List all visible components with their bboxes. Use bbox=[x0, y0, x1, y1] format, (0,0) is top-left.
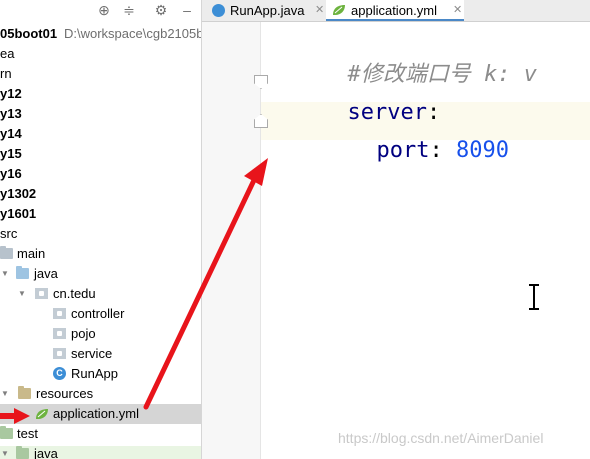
yaml-value: 8090 bbox=[455, 138, 509, 163]
tree-item-service[interactable]: service bbox=[0, 344, 201, 364]
tree-item-test-java[interactable]: ▼ java bbox=[0, 444, 201, 459]
folder-icon bbox=[16, 266, 29, 279]
class-icon: C bbox=[53, 367, 66, 380]
chevron-down-icon[interactable]: ▼ bbox=[17, 284, 27, 304]
tree-item-label: y14 bbox=[0, 126, 22, 141]
chevron-down-icon[interactable]: ▼ bbox=[0, 264, 10, 284]
chevron-down-icon[interactable]: ▼ bbox=[0, 384, 10, 404]
tree-item-label: y1302 bbox=[0, 186, 37, 201]
tree-item-label: java bbox=[34, 266, 58, 281]
package-icon bbox=[53, 308, 66, 319]
minimize-icon[interactable]: – bbox=[179, 2, 195, 18]
tree-item-runapp[interactable]: C RunApp bbox=[0, 364, 201, 384]
tree-item-label: main bbox=[17, 246, 46, 261]
class-icon bbox=[212, 4, 225, 17]
tree-root-item[interactable]: 05boot01 D:\workspace\cgb2105b bbox=[0, 24, 201, 44]
tree-item[interactable]: y1601 bbox=[0, 204, 201, 224]
tree-item-label: application.yml bbox=[53, 406, 139, 421]
tab-application-yml[interactable]: application.yml ✕ bbox=[326, 0, 464, 21]
close-icon[interactable]: ✕ bbox=[453, 0, 462, 21]
tree-item-label: y15 bbox=[0, 146, 22, 161]
yaml-separator: : bbox=[429, 138, 456, 163]
tree-item-label: ea bbox=[0, 46, 15, 61]
ide-window: ⊕ ≑ ⚙ – 05boot01 D:\workspace\cgb2105b e… bbox=[0, 0, 590, 459]
folder-icon bbox=[16, 446, 29, 459]
tab-label: application.yml bbox=[351, 3, 437, 18]
tree-item[interactable]: y14 bbox=[0, 124, 201, 144]
tree-item-application-yml[interactable]: application.yml bbox=[0, 404, 201, 424]
folder-icon bbox=[18, 386, 31, 399]
target-icon[interactable]: ⊕ bbox=[96, 2, 112, 18]
tree-item[interactable]: y1302 bbox=[0, 184, 201, 204]
tab-runapp[interactable]: RunApp.java ✕ bbox=[208, 0, 324, 21]
tree-item[interactable]: y13 bbox=[0, 104, 201, 124]
tree-item-label: controller bbox=[71, 306, 125, 321]
tree-item-label: test bbox=[17, 426, 38, 441]
tree-item-test[interactable]: test bbox=[0, 424, 201, 444]
tree-root-path: D:\workspace\cgb2105b bbox=[64, 26, 202, 41]
close-icon[interactable]: ✕ bbox=[315, 0, 324, 21]
tree-item-controller[interactable]: controller bbox=[0, 304, 201, 324]
tree-item-package[interactable]: ▼ cn.tedu bbox=[0, 284, 201, 304]
tree-item-resources[interactable]: ▼ resources bbox=[0, 384, 201, 404]
tree-item-label: y1601 bbox=[0, 206, 37, 221]
project-panel: ⊕ ≑ ⚙ – 05boot01 D:\workspace\cgb2105b e… bbox=[0, 0, 202, 459]
tree-item-label: y13 bbox=[0, 106, 22, 121]
tree-item-src[interactable]: src bbox=[0, 224, 201, 244]
gear-icon[interactable]: ⚙ bbox=[153, 2, 169, 18]
yaml-key: port bbox=[376, 138, 430, 163]
editor-gutter bbox=[202, 22, 261, 459]
tree-item[interactable]: rn bbox=[0, 64, 201, 84]
tree-item-label: y12 bbox=[0, 86, 22, 101]
tree-item-pojo[interactable]: pojo bbox=[0, 324, 201, 344]
tree-item-java[interactable]: ▼ java bbox=[0, 264, 201, 284]
folder-icon bbox=[0, 426, 13, 439]
tree-item-label: cn.tedu bbox=[53, 286, 96, 301]
package-icon bbox=[35, 288, 48, 299]
project-toolbar: ⊕ ≑ ⚙ – bbox=[0, 0, 201, 20]
package-icon bbox=[53, 348, 66, 359]
tree-item-label: resources bbox=[36, 386, 94, 401]
tree-root-name: 05boot01 bbox=[0, 26, 58, 41]
text-cursor-icon bbox=[529, 284, 539, 310]
tree-item-label: rn bbox=[0, 66, 12, 81]
tree-item[interactable]: y15 bbox=[0, 144, 201, 164]
tree-item-label: service bbox=[71, 346, 113, 361]
package-icon bbox=[53, 328, 66, 339]
watermark: https://blog.csdn.net/AimerDaniel bbox=[338, 430, 544, 446]
chevron-down-icon[interactable]: ▼ bbox=[0, 444, 10, 459]
tree-item[interactable]: y12 bbox=[0, 84, 201, 104]
tab-label: RunApp.java bbox=[230, 3, 305, 18]
tree-item-main[interactable]: main bbox=[0, 244, 201, 264]
folder-icon bbox=[0, 246, 13, 259]
code-line-port[interactable]: port: 8090 bbox=[297, 106, 509, 196]
tree-item-label: java bbox=[34, 446, 58, 459]
yaml-leaf-icon bbox=[36, 409, 48, 419]
tree-item-label: RunApp bbox=[71, 366, 118, 381]
tree-item[interactable]: y16 bbox=[0, 164, 201, 184]
collapse-icon[interactable]: ≑ bbox=[121, 2, 137, 18]
yaml-leaf-icon bbox=[333, 5, 345, 15]
tree-item-label: src bbox=[0, 226, 18, 241]
editor-area: RunApp.java ✕ application.yml ✕ #修改端口号 k… bbox=[202, 0, 590, 459]
tree-item-label: y16 bbox=[0, 166, 22, 181]
tree-item[interactable]: ea bbox=[0, 44, 201, 64]
editor-tabbar: RunApp.java ✕ application.yml ✕ bbox=[202, 0, 590, 22]
tree-item-label: pojo bbox=[71, 326, 96, 341]
